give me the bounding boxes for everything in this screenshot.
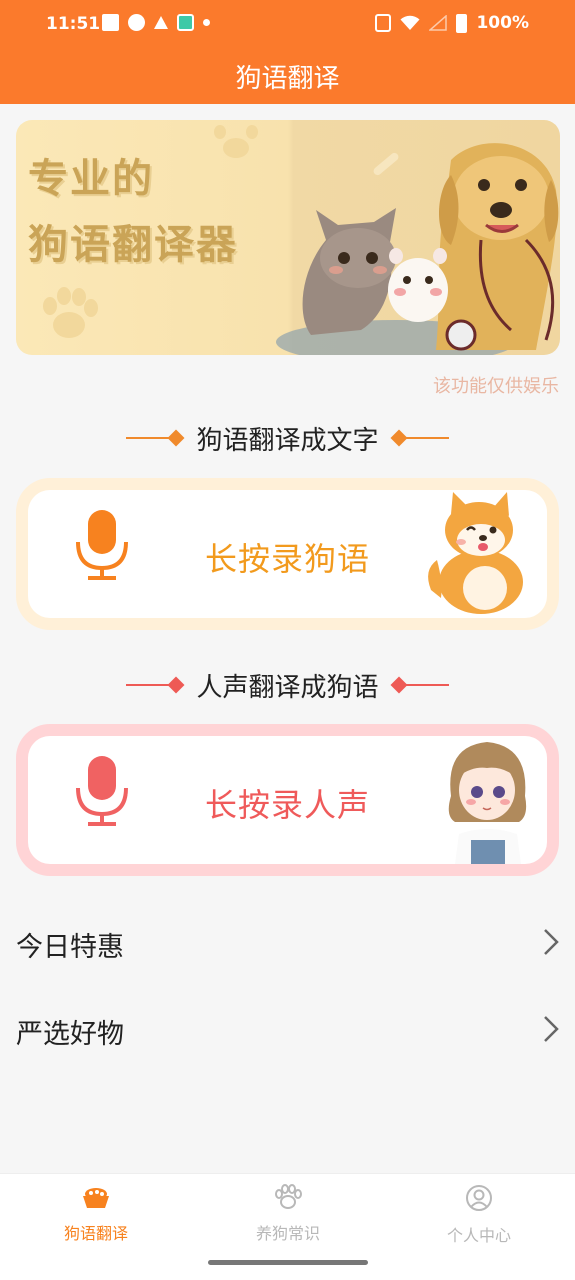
disclaimer-text: 该功能仅供娱乐 xyxy=(433,376,559,397)
wifi-icon xyxy=(400,15,420,30)
record-dog-card-body: 长按录狗语 xyxy=(28,490,547,618)
mail-icon xyxy=(102,14,119,31)
heading-diamond-icon xyxy=(167,429,185,447)
heading-diamond-icon xyxy=(167,676,185,694)
record-human-card-body: 长按录人声 xyxy=(28,736,547,864)
shiba-dog-illustration xyxy=(428,492,523,614)
heading-line xyxy=(404,684,449,686)
banner-headline-1: 专业的 xyxy=(28,156,154,202)
notification-icons xyxy=(102,14,210,31)
list-item-label: 严选好物 xyxy=(16,1019,124,1050)
dog-section-heading: 狗语翻译成文字 xyxy=(0,420,575,456)
person-icon xyxy=(466,1185,492,1211)
heading-line xyxy=(126,684,171,686)
battery-percent: 100% xyxy=(476,13,529,33)
status-bar: 11:51 100% xyxy=(0,0,575,48)
banner-headline-2: 狗语翻译器 xyxy=(28,222,238,268)
list-item-today-deals[interactable]: 今日特惠 xyxy=(0,906,575,976)
heading-diamond-icon xyxy=(390,429,407,447)
tab-label: 养狗常识 xyxy=(255,1224,320,1243)
gesture-handle[interactable] xyxy=(208,1260,368,1265)
vibrate-icon xyxy=(375,14,392,32)
warning-icon xyxy=(154,16,168,29)
pets-illustration xyxy=(276,143,559,355)
list-item-selected-goods[interactable]: 严选好物 xyxy=(0,993,575,1063)
human-section-title: 人声翻译成狗语 xyxy=(196,672,379,703)
heading-diamond-icon xyxy=(390,676,407,694)
system-icons: 100% xyxy=(375,13,529,33)
paw-decoration-icon xyxy=(43,287,98,338)
dog-bowl-icon xyxy=(83,1188,109,1208)
human-section-heading: 人声翻译成狗语 xyxy=(0,667,575,703)
promo-banner[interactable]: 专业的 狗语翻译器 xyxy=(16,120,560,355)
list-item-label: 今日特惠 xyxy=(16,932,124,963)
status-time: 11:51 xyxy=(46,14,101,34)
chevron-right-icon xyxy=(544,1016,559,1042)
heading-line xyxy=(404,437,449,439)
girl-illustration xyxy=(448,742,527,864)
tab-label: 狗语翻译 xyxy=(63,1224,128,1243)
tab-dog-knowledge[interactable]: 养狗常识 xyxy=(208,1184,368,1244)
record-human-button[interactable]: 长按录人声 xyxy=(16,724,559,876)
tab-label: 个人中心 xyxy=(446,1226,511,1245)
page-title: 狗语翻译 xyxy=(235,64,340,94)
heading-line xyxy=(126,437,171,439)
check-circle-icon xyxy=(128,14,145,31)
dog-section-title: 狗语翻译成文字 xyxy=(196,425,379,456)
tab-personal-center[interactable]: 个人中心 xyxy=(399,1184,559,1246)
paw-icon xyxy=(275,1184,302,1209)
app-icon xyxy=(177,14,194,31)
chevron-right-icon xyxy=(544,929,559,955)
tab-dog-translate[interactable]: 狗语翻译 xyxy=(16,1184,176,1244)
paw-decoration-icon xyxy=(214,125,258,158)
signal-icon xyxy=(429,15,448,31)
app-header: 11:51 100% 狗语翻译 xyxy=(0,0,575,104)
record-dog-button[interactable]: 长按录狗语 xyxy=(16,478,559,630)
dot-icon xyxy=(203,19,210,26)
battery-icon xyxy=(456,13,468,33)
